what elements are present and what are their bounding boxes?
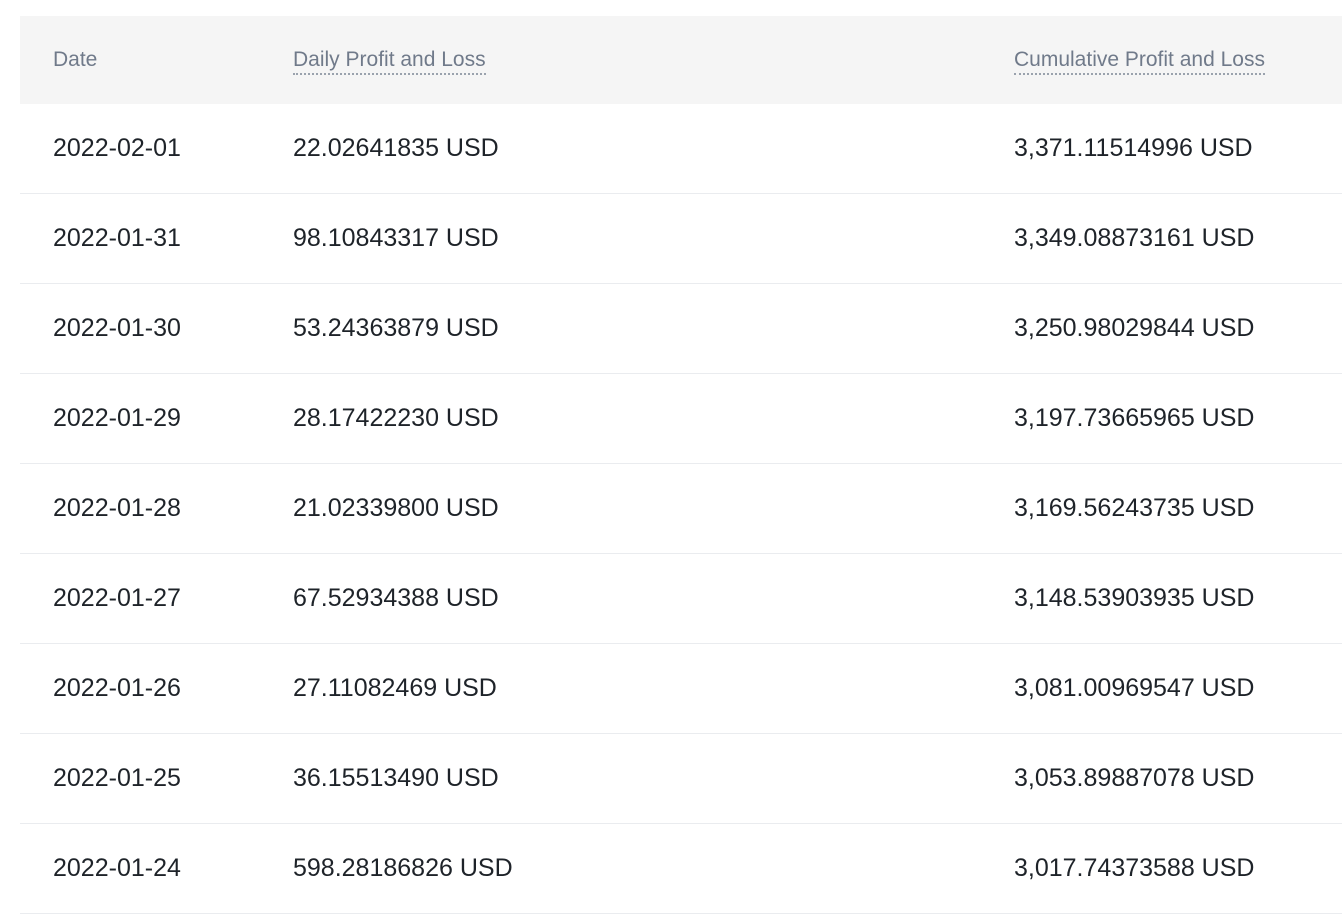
cell-date: 2022-01-27 bbox=[20, 553, 293, 644]
table-body: 2022-02-01 22.02641835 USD 3,371.1151499… bbox=[20, 104, 1342, 914]
cell-date: 2022-01-25 bbox=[20, 733, 293, 824]
header-date-label: Date bbox=[53, 48, 98, 71]
cell-cumulative-pnl: 3,081.00969547 USD bbox=[1014, 643, 1342, 734]
header-date: Date bbox=[20, 16, 293, 104]
cell-cumulative-pnl: 3,148.53903935 USD bbox=[1014, 553, 1342, 644]
cell-daily-pnl: 598.28186826 USD bbox=[293, 823, 1014, 914]
cell-cumulative-pnl: 3,250.98029844 USD bbox=[1014, 283, 1342, 374]
table-row: 2022-01-27 67.52934388 USD 3,148.5390393… bbox=[20, 553, 1342, 644]
cell-cumulative-pnl: 3,197.73665965 USD bbox=[1014, 373, 1342, 464]
cell-date: 2022-01-29 bbox=[20, 373, 293, 464]
cell-cumulative-pnl: 3,349.08873161 USD bbox=[1014, 193, 1342, 284]
table-row: 2022-01-30 53.24363879 USD 3,250.9802984… bbox=[20, 283, 1342, 374]
cell-date: 2022-01-28 bbox=[20, 463, 293, 554]
cell-daily-pnl: 21.02339800 USD bbox=[293, 463, 1014, 554]
table-row: 2022-01-26 27.11082469 USD 3,081.0096954… bbox=[20, 643, 1342, 734]
cell-cumulative-pnl: 3,053.89887078 USD bbox=[1014, 733, 1342, 824]
cell-date: 2022-02-01 bbox=[20, 104, 293, 194]
header-row: Date Daily Profit and Loss Cumulative Pr… bbox=[20, 16, 1342, 104]
cell-daily-pnl: 67.52934388 USD bbox=[293, 553, 1014, 644]
header-daily-pnl[interactable]: Daily Profit and Loss bbox=[293, 16, 1014, 104]
cell-date: 2022-01-24 bbox=[20, 823, 293, 914]
pnl-table: Date Daily Profit and Loss Cumulative Pr… bbox=[20, 16, 1342, 914]
cell-cumulative-pnl: 3,371.11514996 USD bbox=[1014, 104, 1342, 194]
table-row: 2022-01-28 21.02339800 USD 3,169.5624373… bbox=[20, 463, 1342, 554]
cell-date: 2022-01-31 bbox=[20, 193, 293, 284]
cell-daily-pnl: 36.15513490 USD bbox=[293, 733, 1014, 824]
header-cumulative-pnl-label[interactable]: Cumulative Profit and Loss bbox=[1014, 48, 1265, 75]
table-row: 2022-01-24 598.28186826 USD 3,017.743735… bbox=[20, 823, 1342, 914]
cell-daily-pnl: 22.02641835 USD bbox=[293, 104, 1014, 194]
cell-cumulative-pnl: 3,169.56243735 USD bbox=[1014, 463, 1342, 554]
header-daily-pnl-label[interactable]: Daily Profit and Loss bbox=[293, 48, 486, 75]
table-row: 2022-01-29 28.17422230 USD 3,197.7366596… bbox=[20, 373, 1342, 464]
cell-date: 2022-01-30 bbox=[20, 283, 293, 374]
table-row: 2022-01-31 98.10843317 USD 3,349.0887316… bbox=[20, 193, 1342, 284]
cell-daily-pnl: 98.10843317 USD bbox=[293, 193, 1014, 284]
table-row: 2022-01-25 36.15513490 USD 3,053.8988707… bbox=[20, 733, 1342, 824]
table-header: Date Daily Profit and Loss Cumulative Pr… bbox=[20, 16, 1342, 104]
table-row: 2022-02-01 22.02641835 USD 3,371.1151499… bbox=[20, 104, 1342, 194]
cell-cumulative-pnl: 3,017.74373588 USD bbox=[1014, 823, 1342, 914]
cell-daily-pnl: 27.11082469 USD bbox=[293, 643, 1014, 734]
cell-date: 2022-01-26 bbox=[20, 643, 293, 734]
cell-daily-pnl: 28.17422230 USD bbox=[293, 373, 1014, 464]
cell-daily-pnl: 53.24363879 USD bbox=[293, 283, 1014, 374]
header-cumulative-pnl[interactable]: Cumulative Profit and Loss bbox=[1014, 16, 1342, 104]
